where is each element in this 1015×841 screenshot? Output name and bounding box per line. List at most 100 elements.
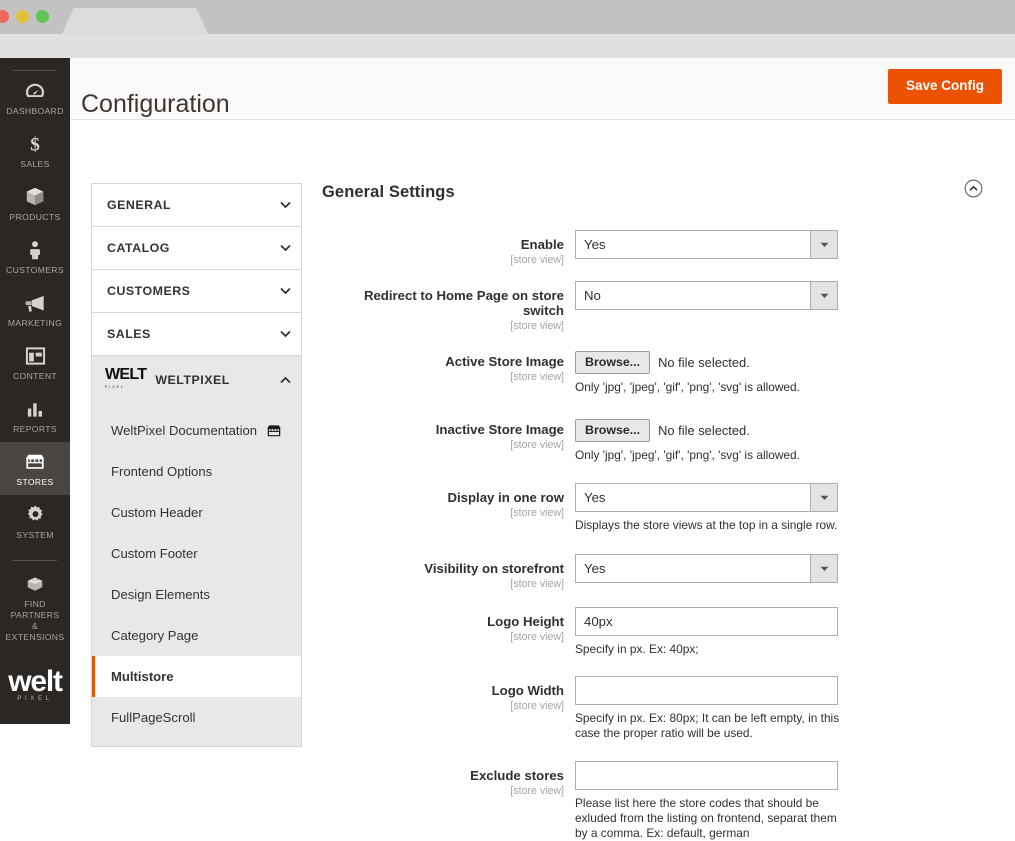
- inactive-store-image-browse-button[interactable]: Browse...: [575, 419, 650, 442]
- page-title: Configuration: [81, 90, 230, 119]
- person-icon: [2, 239, 68, 261]
- display-one-row-select[interactable]: Yes: [575, 483, 838, 512]
- field-label-group: Inactive Store Image [store view]: [322, 415, 575, 451]
- field-hint: Only 'jpg', 'jpeg', 'gif', 'png', 'svg' …: [575, 380, 838, 395]
- cfg-sub-label: Design Elements: [111, 587, 210, 602]
- field-scope: [store view]: [322, 785, 564, 797]
- cfg-sub-label: Custom Header: [111, 505, 203, 520]
- window-close-button[interactable]: [0, 10, 9, 23]
- field-control: Specify in px. Ex: 80px; It can be left …: [575, 676, 1015, 741]
- cfg-group-customers[interactable]: Customers: [91, 269, 302, 312]
- chevron-down-icon: [810, 231, 837, 258]
- browser-tab[interactable]: [62, 8, 208, 34]
- field-label-group: Display in one row [store view]: [322, 483, 575, 519]
- brick-icon: [2, 573, 68, 595]
- chevron-down-icon: [810, 282, 837, 309]
- sidebar-item-dashboard[interactable]: Dashboard: [0, 71, 70, 124]
- field-row-redirect-home: Redirect to Home Page on store switch [s…: [322, 281, 1015, 332]
- chevron-down-icon: [280, 287, 289, 296]
- chevron-up-icon: [280, 376, 289, 385]
- file-input-row: Browse... No file selected.: [575, 347, 1015, 374]
- field-control: Yes Displays the store views at the top …: [575, 483, 1015, 533]
- sidebar-item-find-partners[interactable]: Find Partners & Extensions: [0, 561, 70, 650]
- sidebar-item-reports[interactable]: Reports: [0, 389, 70, 442]
- sidebar-item-label: Products: [2, 212, 68, 223]
- sidebar-item-stores[interactable]: Stores: [0, 442, 70, 495]
- field-label: Logo Width: [322, 683, 564, 698]
- field-control: No: [575, 281, 1015, 310]
- field-scope: [store view]: [322, 578, 564, 590]
- cfg-group-label: Customers: [107, 284, 190, 298]
- sidebar-item-sales[interactable]: $ Sales: [0, 124, 70, 177]
- logo-height-input[interactable]: [575, 607, 838, 636]
- weltpixel-logo-main: welt: [4, 668, 66, 696]
- storefront-icon: [266, 424, 282, 437]
- field-label-group: Exclude stores [store view]: [322, 761, 575, 797]
- field-scope: [store view]: [322, 254, 564, 266]
- page-content: General Catalog Customers Sales: [70, 120, 1015, 724]
- cfg-sub-label: Frontend Options: [111, 464, 212, 479]
- cfg-group-weltpixel[interactable]: welt PIXEL WeltPixel: [91, 355, 302, 404]
- cfg-group-label: WeltPixel: [155, 373, 229, 387]
- weltpixel-mini-logo: welt PIXEL: [105, 368, 146, 394]
- enable-select[interactable]: Yes: [575, 230, 838, 259]
- sidebar-item-products[interactable]: Products: [0, 177, 70, 230]
- cfg-group-sales[interactable]: Sales: [91, 312, 302, 355]
- browser-toolbar: [0, 34, 1015, 58]
- sidebar-item-label: Customers: [2, 265, 68, 276]
- cfg-sub-label: Category Page: [111, 628, 198, 643]
- weltpixel-logo: welt PIXEL: [4, 668, 66, 702]
- sidebar-item-label: Sales: [2, 159, 68, 170]
- cfg-sub-frontend-options[interactable]: Frontend Options: [92, 451, 301, 492]
- gear-icon: [2, 504, 68, 526]
- sidebar-item-label: System: [2, 530, 68, 541]
- inactive-store-image-filename: No file selected.: [658, 423, 750, 438]
- field-row-active-store-image: Active Store Image [store view] Browse..…: [322, 347, 1015, 395]
- chevron-down-icon: [280, 330, 289, 339]
- cfg-sub-weltpixel-documentation[interactable]: WeltPixel Documentation: [92, 410, 301, 451]
- sidebar-item-label: Content: [2, 371, 68, 382]
- chevron-down-icon: [280, 201, 289, 210]
- exclude-stores-input[interactable]: [575, 761, 838, 790]
- field-label-group: Visibility on storefront [store view]: [322, 554, 575, 590]
- sidebar-item-customers[interactable]: Customers: [0, 230, 70, 283]
- select-value: Yes: [576, 561, 606, 576]
- field-scope: [store view]: [322, 371, 564, 383]
- cfg-sub-label: Multistore: [111, 669, 174, 684]
- active-store-image-browse-button[interactable]: Browse...: [575, 351, 650, 374]
- svg-text:$: $: [30, 134, 40, 155]
- visibility-storefront-select[interactable]: Yes: [575, 554, 838, 583]
- cfg-sub-category-page[interactable]: Category Page: [92, 615, 301, 656]
- cfg-sub-custom-footer[interactable]: Custom Footer: [92, 533, 301, 574]
- logo-width-input[interactable]: [575, 676, 838, 705]
- cfg-group-general[interactable]: General: [91, 183, 302, 226]
- sidebar-item-content[interactable]: Content: [0, 336, 70, 389]
- field-label: Enable: [322, 237, 564, 252]
- window-titlebar: [0, 0, 1015, 34]
- field-label-group: Redirect to Home Page on store switch [s…: [322, 281, 575, 332]
- sidebar-item-marketing[interactable]: Marketing: [0, 283, 70, 336]
- general-settings-fields: Enable [store view] Yes: [322, 230, 1015, 841]
- field-control: Yes: [575, 554, 1015, 583]
- collapse-section-button[interactable]: [964, 179, 983, 198]
- redirect-home-select[interactable]: No: [575, 281, 838, 310]
- window-minimize-button[interactable]: [16, 10, 29, 23]
- cfg-sub-design-elements[interactable]: Design Elements: [92, 574, 301, 615]
- field-row-visibility-storefront: Visibility on storefront [store view] Ye…: [322, 554, 1015, 590]
- file-input-row: Browse... No file selected.: [575, 415, 1015, 442]
- cfg-sub-label: FullPageScroll: [111, 710, 195, 725]
- field-label: Logo Height: [322, 614, 564, 629]
- megaphone-icon: [2, 292, 68, 314]
- window-maximize-button[interactable]: [36, 10, 49, 23]
- chevron-down-icon: [810, 484, 837, 511]
- save-config-button[interactable]: Save Config: [888, 69, 1002, 104]
- cfg-subsection-list: WeltPixel Documentation Frontend Options…: [91, 404, 302, 747]
- cfg-sub-custom-header[interactable]: Custom Header: [92, 492, 301, 533]
- cfg-sub-multistore[interactable]: Multistore: [92, 656, 301, 697]
- bars-icon: [2, 398, 68, 420]
- cfg-sub-fullpagescroll[interactable]: FullPageScroll: [92, 697, 301, 738]
- cfg-group-catalog[interactable]: Catalog: [91, 226, 302, 269]
- sidebar-item-label: Reports: [2, 424, 68, 435]
- sidebar-item-system[interactable]: System: [0, 495, 70, 548]
- sidebar-item-label: Marketing: [2, 318, 68, 329]
